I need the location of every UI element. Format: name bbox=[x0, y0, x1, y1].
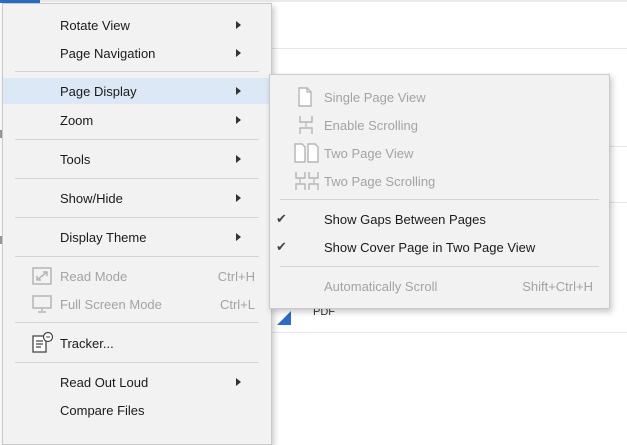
read-mode-icon bbox=[32, 267, 52, 285]
top-bar bbox=[0, 0, 627, 2]
menu-separator bbox=[280, 199, 599, 200]
submenu-item-show-cover-page[interactable]: ✔ Show Cover Page in Two Page View bbox=[270, 234, 609, 260]
menu-item-label: Rotate View bbox=[60, 18, 130, 33]
menu-item-page-display[interactable]: Page Display bbox=[3, 78, 271, 104]
submenu-arrow-icon bbox=[236, 233, 241, 241]
menu-separator bbox=[280, 266, 599, 267]
menu-item-label: Zoom bbox=[60, 113, 94, 128]
submenu-arrow-icon bbox=[236, 116, 241, 124]
menu-separator bbox=[15, 217, 259, 218]
enable-scrolling-icon bbox=[299, 116, 313, 134]
submenu-item-label: Two Page Scrolling bbox=[324, 174, 436, 189]
menu-item-label: Tracker... bbox=[60, 336, 114, 351]
single-page-icon bbox=[298, 87, 312, 107]
submenu-arrow-icon bbox=[236, 378, 241, 386]
pdf-file-icon bbox=[277, 311, 291, 325]
submenu-arrow-icon bbox=[236, 194, 241, 202]
menu-item-label: Read Mode bbox=[60, 269, 128, 284]
menu-item-label: Display Theme bbox=[60, 230, 147, 245]
submenu-item-label: Enable Scrolling bbox=[324, 118, 418, 133]
page-display-submenu: Single Page View Enable Scrolling Two Pa… bbox=[269, 74, 610, 309]
submenu-item-automatically-scroll[interactable]: Automatically Scroll Shift+Ctrl+H bbox=[270, 273, 609, 299]
submenu-item-label: Two Page View bbox=[324, 146, 414, 161]
menu-item-label: Read Out Loud bbox=[60, 375, 149, 390]
two-page-icon bbox=[294, 143, 319, 163]
menu-item-label: Compare Files bbox=[60, 403, 145, 418]
menu-item-page-navigation[interactable]: Page Navigation bbox=[3, 40, 271, 66]
menu-item-zoom[interactable]: Zoom bbox=[3, 107, 271, 133]
menu-item-display-theme[interactable]: Display Theme bbox=[3, 224, 271, 250]
submenu-arrow-icon bbox=[236, 155, 241, 163]
checkmark-icon: ✔ bbox=[276, 211, 287, 226]
menu-item-compare-files[interactable]: Compare Files bbox=[3, 397, 271, 423]
menu-item-show-hide[interactable]: Show/Hide bbox=[3, 185, 271, 211]
full-screen-icon bbox=[32, 295, 52, 313]
menu-separator bbox=[15, 178, 259, 179]
menu-item-tracker[interactable]: Tracker... bbox=[3, 330, 271, 356]
menu-item-read-out-loud[interactable]: Read Out Loud bbox=[3, 369, 271, 395]
tracker-icon bbox=[32, 332, 54, 353]
menu-separator bbox=[15, 256, 259, 257]
menu-separator bbox=[15, 139, 259, 140]
two-page-scrolling-icon bbox=[295, 172, 319, 190]
submenu-item-label: Single Page View bbox=[324, 90, 426, 105]
submenu-arrow-icon bbox=[236, 87, 241, 95]
submenu-item-enable-scrolling[interactable]: Enable Scrolling bbox=[270, 112, 609, 138]
submenu-item-two-page-view[interactable]: Two Page View bbox=[270, 140, 609, 166]
submenu-arrow-icon bbox=[236, 49, 241, 57]
menu-separator bbox=[15, 71, 259, 72]
submenu-item-label: Automatically Scroll bbox=[324, 279, 438, 294]
menu-item-label: Page Navigation bbox=[60, 46, 156, 61]
menu-item-label: Tools bbox=[60, 152, 91, 167]
submenu-arrow-icon bbox=[236, 21, 241, 29]
menu-item-read-mode[interactable]: Read Mode Ctrl+H bbox=[3, 263, 271, 289]
menu-item-full-screen-mode[interactable]: Full Screen Mode Ctrl+L bbox=[3, 291, 271, 317]
menu-item-label: Full Screen Mode bbox=[60, 297, 162, 312]
shortcut-label: Shift+Ctrl+H bbox=[522, 279, 593, 294]
menu-item-tools[interactable]: Tools bbox=[3, 146, 271, 172]
menu-item-label: Page Display bbox=[60, 84, 137, 99]
menu-item-label: Show/Hide bbox=[60, 191, 123, 206]
divider bbox=[270, 48, 627, 49]
menu-separator bbox=[15, 322, 259, 323]
menu-item-rotate-view[interactable]: Rotate View bbox=[3, 12, 271, 38]
divider bbox=[270, 332, 627, 333]
submenu-item-show-gaps[interactable]: ✔ Show Gaps Between Pages bbox=[270, 206, 609, 232]
shortcut-label: Ctrl+H bbox=[217, 269, 255, 284]
submenu-item-single-page-view[interactable]: Single Page View bbox=[270, 84, 609, 110]
view-menu: Rotate View Page Navigation Page Display… bbox=[2, 3, 272, 445]
submenu-item-label: Show Cover Page in Two Page View bbox=[324, 240, 536, 255]
submenu-item-label: Show Gaps Between Pages bbox=[324, 212, 486, 227]
checkmark-icon: ✔ bbox=[276, 239, 287, 254]
submenu-item-two-page-scrolling[interactable]: Two Page Scrolling bbox=[270, 168, 609, 194]
menu-separator bbox=[15, 362, 259, 363]
shortcut-label: Ctrl+L bbox=[219, 297, 255, 312]
